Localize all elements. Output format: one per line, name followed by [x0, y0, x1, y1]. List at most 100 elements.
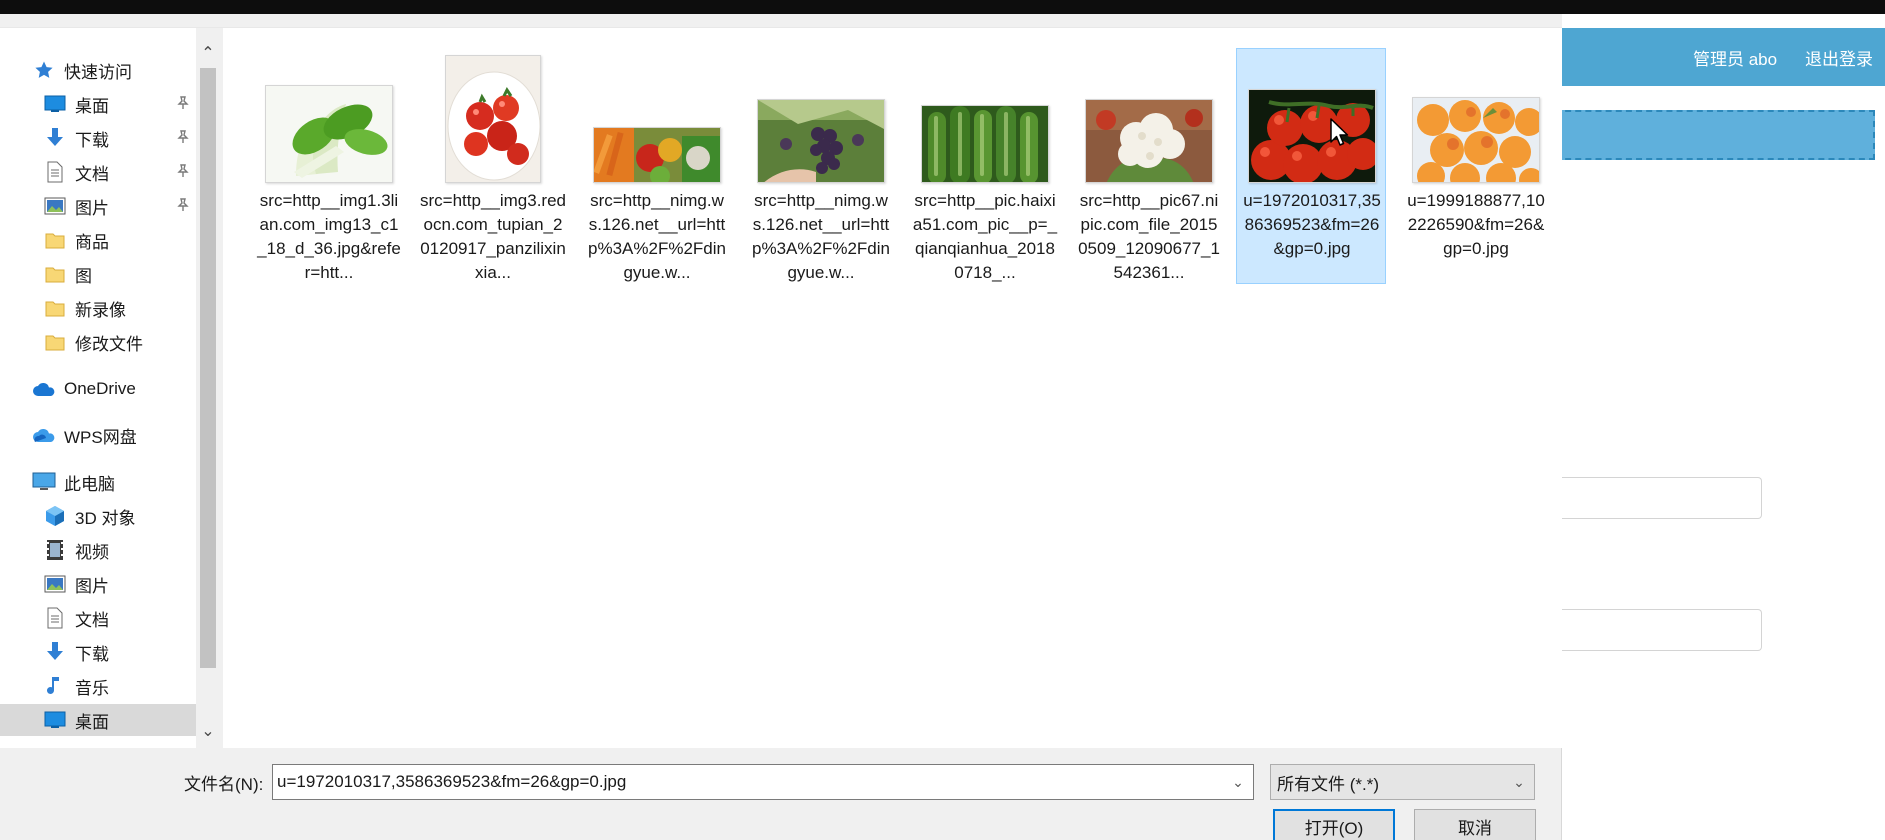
sidebar-item[interactable]: 此电脑	[0, 466, 196, 498]
file-name: src=http__pic67.nipic.com_file_20150509_…	[1078, 191, 1220, 282]
desktop-icon	[43, 92, 67, 116]
scroll-down-arrow-icon[interactable]: ⌄	[196, 720, 220, 744]
thumbnail-image	[1412, 97, 1540, 183]
sidebar-item-label: 图片	[75, 576, 109, 596]
filename-input[interactable]: u=1972010317,3586369523&fm=26&gp=0.jpg ⌄	[272, 764, 1254, 800]
document-icon	[43, 160, 67, 184]
form-input-field[interactable]	[1555, 477, 1762, 519]
thumbnail-image	[921, 105, 1049, 183]
file-tile[interactable]: u=1999188877,102226590&fm=26&gp=0.jpg	[1400, 48, 1550, 284]
file-name: u=1999188877,102226590&fm=26&gp=0.jpg	[1407, 191, 1545, 258]
folder-icon	[43, 228, 67, 252]
file-thumbnail	[1237, 49, 1387, 183]
file-thumbnail	[746, 49, 896, 183]
folder-icon	[43, 262, 67, 286]
file-list-pane: src=http__img1.3lian.com_img13_c1_18_d_3…	[223, 28, 1562, 748]
open-button[interactable]: 打开(O)	[1273, 809, 1395, 840]
sidebar-item-label: 文档	[75, 164, 109, 184]
file-tile[interactable]: src=http__nimg.ws.126.net__url=http%3A%2…	[745, 48, 895, 284]
folder-icon	[43, 296, 67, 320]
thumbnail-image	[593, 127, 721, 183]
music-icon	[43, 674, 67, 698]
sidebar-item[interactable]: 文档	[0, 602, 196, 634]
filename-input-value: u=1972010317,3586369523&fm=26&gp=0.jpg	[277, 772, 627, 791]
star-icon	[32, 58, 56, 82]
sidebar-item[interactable]: 桌面	[0, 88, 196, 120]
sidebar-item-label: 商品	[75, 232, 109, 252]
desktop-icon	[43, 708, 67, 732]
sidebar-item-label: 文档	[75, 610, 109, 630]
sidebar-item[interactable]: 图	[0, 258, 196, 290]
sidebar-item-label: 桌面	[75, 96, 109, 116]
document-icon	[43, 606, 67, 630]
sidebar-item[interactable]: 下载	[0, 636, 196, 668]
folder-icon	[43, 330, 67, 354]
file-tile[interactable]: src=http__img3.redocn.com_tupian_2012091…	[417, 48, 567, 284]
sidebar-item[interactable]: OneDrive	[0, 373, 196, 405]
chevron-down-icon[interactable]: ⌄	[1504, 765, 1534, 799]
logout-link[interactable]: 退出登录	[1805, 45, 1873, 70]
thumbnail-image	[757, 99, 885, 183]
sidebar-item-label: 下载	[75, 644, 109, 664]
sidebar-item[interactable]: 商品	[0, 224, 196, 256]
file-tile[interactable]: u=1972010317,3586369523&fm=26&gp=0.jpg	[1236, 48, 1386, 284]
file-tile[interactable]: src=http__nimg.ws.126.net__url=http%3A%2…	[581, 48, 731, 284]
file-open-dialog: 快速访问 桌面 下载 文档 图片 商品图新录像 修改文件 OneDrive WPS网盘 此电脑 3D…	[0, 14, 1562, 840]
file-name: src=http__nimg.ws.126.net__url=http%3A%2…	[588, 191, 726, 282]
sidebar-item[interactable]: 桌面	[0, 704, 196, 736]
file-thumbnail	[418, 49, 568, 183]
thumbnail-image	[1085, 99, 1213, 183]
pin-icon	[175, 130, 191, 146]
sidebar-item[interactable]: 新录像	[0, 292, 196, 324]
sidebar-item-label: 快速访问	[64, 62, 132, 82]
sidebar-item-label: 视频	[75, 542, 109, 562]
chevron-down-icon[interactable]: ⌄	[1223, 765, 1253, 799]
thumbnail-image	[1248, 89, 1376, 183]
form-input-field[interactable]	[1555, 609, 1762, 651]
dialog-top-strip	[0, 14, 1562, 28]
sidebar-item[interactable]: 修改文件	[0, 326, 196, 358]
cancel-button[interactable]: 取消	[1414, 809, 1536, 840]
mouse-cursor-icon	[1330, 118, 1349, 146]
sidebar-item[interactable]: 视频	[0, 534, 196, 566]
sidebar-item[interactable]: 图片	[0, 190, 196, 222]
onedrive-cloud-icon	[32, 377, 56, 401]
computer-icon	[32, 470, 56, 494]
scrollbar-thumb[interactable]	[200, 68, 216, 668]
sidebar-item[interactable]: WPS网盘	[0, 419, 196, 451]
file-thumbnail	[1401, 49, 1551, 183]
sidebar-item[interactable]: 快速访问	[0, 54, 196, 86]
sidebar-item-label: 此电脑	[64, 474, 115, 494]
sidebar-item-label: 新录像	[75, 300, 126, 320]
filetype-select-value: 所有文件 (*.*)	[1277, 774, 1379, 794]
file-name: u=1972010317,3586369523&fm=26&gp=0.jpg	[1243, 191, 1381, 258]
sidebar-item-label: WPS网盘	[64, 427, 137, 447]
file-thumbnail	[582, 49, 732, 183]
file-tile[interactable]: src=http__pic.haixia51.com_pic__p=_qianq…	[909, 48, 1059, 284]
file-name: src=http__img3.redocn.com_tupian_2012091…	[420, 191, 566, 282]
sidebar-item-label: 图片	[75, 198, 109, 218]
3d-objects-icon	[43, 504, 67, 528]
sidebar-item[interactable]: 下载	[0, 122, 196, 154]
browser-top-bar	[0, 0, 1885, 14]
file-tile[interactable]: src=http__img1.3lian.com_img13_c1_18_d_3…	[253, 48, 403, 284]
sidebar-item[interactable]: 3D 对象	[0, 500, 196, 532]
video-icon	[43, 538, 67, 562]
sidebar-item[interactable]: 文档	[0, 156, 196, 188]
pin-icon	[175, 198, 191, 214]
scroll-up-arrow-icon[interactable]: ⌃	[196, 42, 220, 66]
sidebar-item[interactable]: 图片	[0, 568, 196, 600]
thumbnail-image	[265, 85, 393, 183]
sidebar-item-label: 音乐	[75, 678, 109, 698]
file-name: src=http__nimg.ws.126.net__url=http%3A%2…	[752, 191, 890, 282]
pin-icon	[175, 164, 191, 180]
navigation-scrollbar[interactable]: ⌃ ⌄	[196, 28, 220, 748]
filetype-select[interactable]: 所有文件 (*.*) ⌄	[1270, 764, 1535, 800]
sidebar-item-label: OneDrive	[64, 379, 136, 398]
sidebar-item-label: 图	[75, 266, 92, 286]
upload-drop-zone[interactable]	[1555, 110, 1875, 160]
sidebar-item[interactable]: 音乐	[0, 670, 196, 702]
file-tile[interactable]: src=http__pic67.nipic.com_file_20150509_…	[1073, 48, 1223, 284]
navigation-list: 快速访问 桌面 下载 文档 图片 商品图新录像 修改文件 OneDrive WPS网盘 此电脑 3D…	[0, 28, 196, 748]
file-thumbnail	[910, 49, 1060, 183]
